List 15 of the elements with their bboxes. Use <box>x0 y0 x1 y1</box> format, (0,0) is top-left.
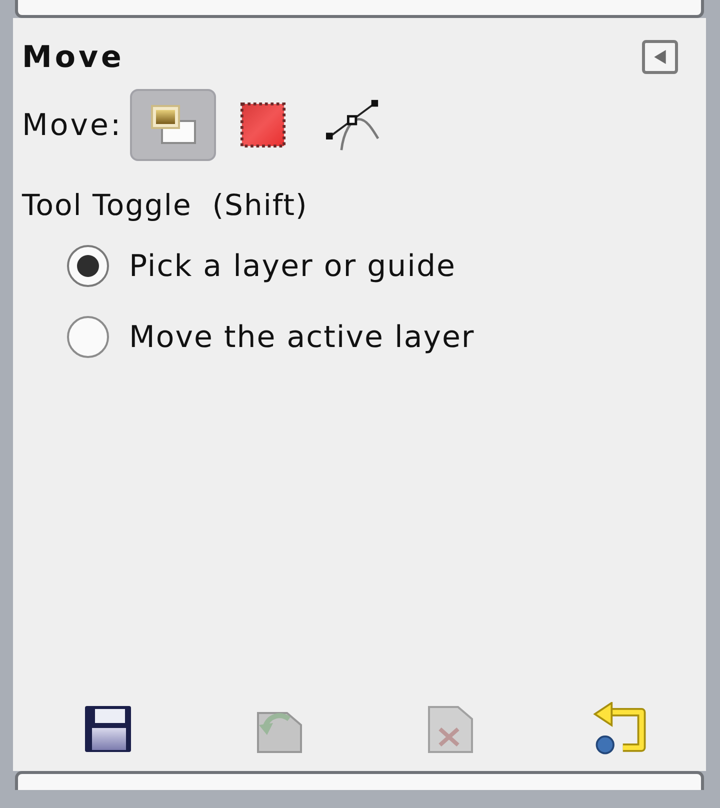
layers-icon <box>148 103 197 147</box>
move-label: Move: <box>22 108 123 142</box>
reset-button[interactable] <box>592 702 648 756</box>
tool-toggle-label: Tool Toggle (Shift) <box>22 188 308 222</box>
panel-title: Move <box>22 40 124 74</box>
document-x-icon <box>426 704 474 754</box>
panel-menu-button[interactable] <box>642 40 678 74</box>
move-mode-toggle[interactable] <box>130 89 216 161</box>
radio-option[interactable]: Move the active layer <box>67 309 475 365</box>
radio-option[interactable]: Pick a layer or guide <box>67 238 456 294</box>
reset-arrow-icon <box>592 702 648 756</box>
selection-icon <box>240 102 286 148</box>
caret-icon <box>654 50 666 64</box>
save-button[interactable] <box>84 704 132 754</box>
path-icon <box>326 98 380 152</box>
